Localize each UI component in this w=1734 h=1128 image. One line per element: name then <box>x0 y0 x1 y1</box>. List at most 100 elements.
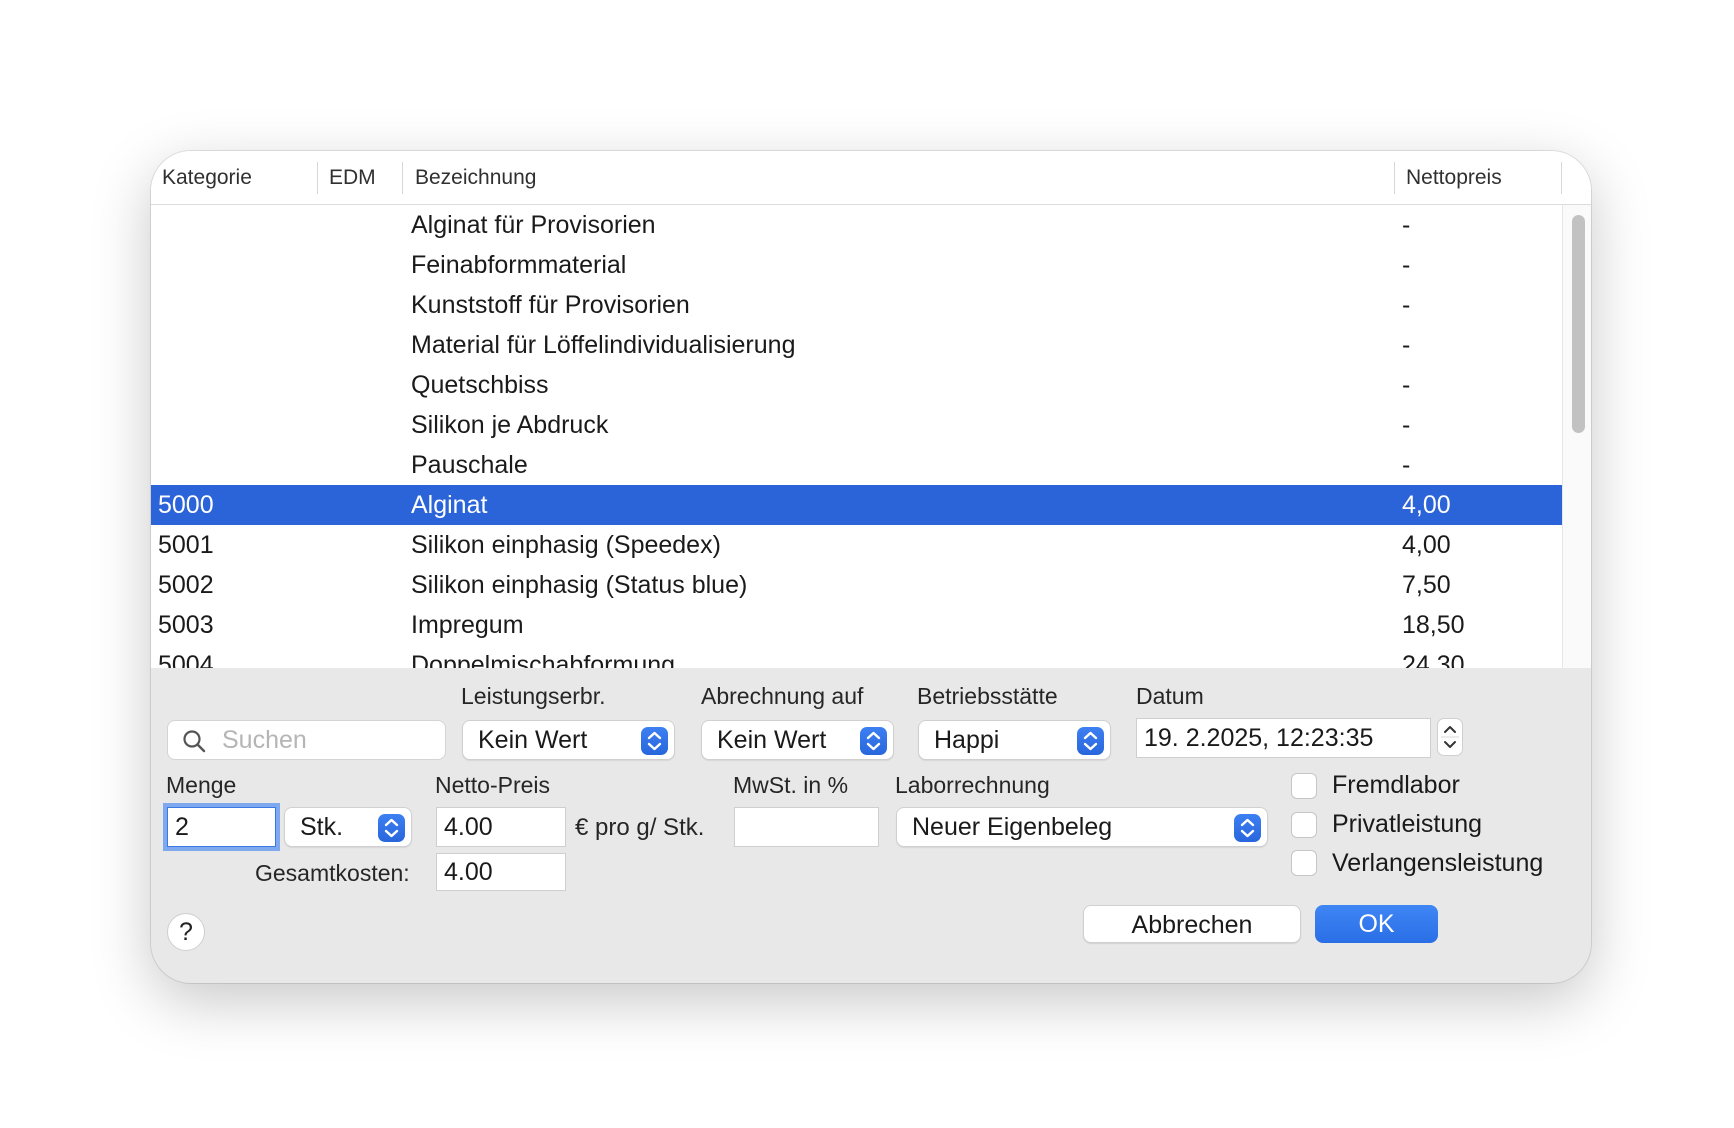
cell-nettopreis: - <box>1402 331 1411 359</box>
table-row[interactable]: Alginat für Provisorien - <box>151 205 1562 245</box>
menge-value: 2 <box>175 813 189 841</box>
privatleistung-checkbox[interactable] <box>1291 812 1317 838</box>
column-header-bezeichnung[interactable]: Bezeichnung <box>415 151 536 204</box>
abrechnung-label: Abrechnung auf <box>701 683 864 709</box>
verlangensleistung-checkbox[interactable] <box>1291 850 1317 876</box>
table-header: Kategorie EDM Bezeichnung Nettopreis <box>151 151 1591 205</box>
material-dialog: Kategorie EDM Bezeichnung Nettopreis Alg… <box>151 151 1591 983</box>
netto-preis-field[interactable]: 4.00 <box>436 807 566 847</box>
cell-nettopreis: - <box>1402 211 1411 239</box>
table-row[interactable]: Pauschale - <box>151 445 1562 485</box>
netto-preis-unit-label: € pro g/ Stk. <box>575 814 705 841</box>
material-table: Kategorie EDM Bezeichnung Nettopreis Alg… <box>151 151 1591 668</box>
table-row[interactable]: 5002 Silikon einphasig (Status blue) 7,5… <box>151 565 1562 605</box>
abrechnung-popup[interactable]: Kein Wert <box>701 720 894 760</box>
cell-kategorie: 5004 <box>158 651 214 668</box>
table-row[interactable]: 5004 Doppelmischabformung 24,30 <box>151 645 1562 668</box>
verlangensleistung-label: Verlangensleistung <box>1332 849 1544 877</box>
cell-nettopreis: - <box>1402 251 1411 279</box>
laborrechnung-value: Neuer Eigenbeleg <box>912 813 1113 841</box>
cell-bezeichnung: Alginat für Provisorien <box>411 211 656 239</box>
cell-kategorie: 5002 <box>158 571 214 599</box>
chevron-updown-icon <box>378 814 405 842</box>
help-button[interactable]: ? <box>167 913 205 951</box>
ok-button[interactable]: OK <box>1315 905 1438 943</box>
gesamtkosten-value: 4.00 <box>444 858 493 886</box>
column-divider[interactable] <box>1394 162 1395 194</box>
leistungserbringer-popup[interactable]: Kein Wert <box>462 720 675 760</box>
menge-label: Menge <box>166 772 237 798</box>
chevron-updown-icon <box>860 727 887 755</box>
privatleistung-label: Privatleistung <box>1332 810 1483 838</box>
cell-bezeichnung: Silikon einphasig (Status blue) <box>411 571 748 599</box>
cell-bezeichnung: Silikon einphasig (Speedex) <box>411 531 721 559</box>
cancel-button[interactable]: Abbrechen <box>1083 905 1301 943</box>
table-body: Alginat für Provisorien - Feinabformmate… <box>151 205 1562 668</box>
table-row[interactable]: Quetschbiss - <box>151 365 1562 405</box>
chevron-updown-icon <box>1077 727 1104 755</box>
laborrechnung-label: Laborrechnung <box>895 772 1050 798</box>
cell-bezeichnung: Material für Löffelindividualisierung <box>411 331 796 359</box>
entry-form: Leistungserbr. Abrechnung auf Betriebsst… <box>151 668 1591 983</box>
table-row[interactable]: Material für Löffelindividualisierung - <box>151 325 1562 365</box>
datum-field[interactable]: 19. 2.2025, 12:23:35 <box>1136 718 1431 758</box>
table-row[interactable]: Feinabformmaterial - <box>151 245 1562 285</box>
column-header-nettopreis[interactable]: Nettopreis <box>1406 151 1502 204</box>
gesamtkosten-field[interactable]: 4.00 <box>436 853 566 891</box>
table-row-selected[interactable]: 5000 Alginat 4,00 <box>151 485 1562 525</box>
cell-nettopreis: 4,00 <box>1402 491 1451 519</box>
table-row[interactable]: 5003 Impregum 18,50 <box>151 605 1562 645</box>
column-header-edm[interactable]: EDM <box>329 151 376 204</box>
betriebsstaette-value: Happi <box>934 726 1000 754</box>
laborrechnung-popup[interactable]: Neuer Eigenbeleg <box>896 807 1268 847</box>
cell-nettopreis: 4,00 <box>1402 531 1451 559</box>
netto-preis-value: 4.00 <box>444 813 493 841</box>
datum-value: 19. 2.2025, 12:23:35 <box>1144 724 1374 752</box>
abrechnung-value: Kein Wert <box>717 726 827 754</box>
cell-nettopreis: 24,30 <box>1402 651 1465 668</box>
search-field[interactable]: Suchen <box>167 720 446 760</box>
column-divider[interactable] <box>317 162 318 194</box>
scrollbar-thumb[interactable] <box>1572 215 1585 433</box>
fremdlabor-label: Fremdlabor <box>1332 771 1460 799</box>
betriebsstaette-label: Betriebsstätte <box>917 683 1058 709</box>
betriebsstaette-popup[interactable]: Happi <box>918 720 1111 760</box>
mwst-label: MwSt. in % <box>733 772 849 798</box>
chevron-updown-icon <box>1234 814 1261 842</box>
cell-bezeichnung: Pauschale <box>411 451 528 479</box>
fremdlabor-checkbox[interactable] <box>1291 773 1317 799</box>
vertical-scrollbar[interactable] <box>1562 205 1591 668</box>
cell-nettopreis: 7,50 <box>1402 571 1451 599</box>
gesamtkosten-label: Gesamtkosten: <box>255 860 410 886</box>
cell-nettopreis: 18,50 <box>1402 611 1465 639</box>
cell-nettopreis: - <box>1402 291 1411 319</box>
unit-value: Stk. <box>300 813 344 841</box>
table-row[interactable]: Kunststoff für Provisorien - <box>151 285 1562 325</box>
cell-bezeichnung: Feinabformmaterial <box>411 251 627 279</box>
datum-label: Datum <box>1136 683 1204 709</box>
menge-field[interactable]: 2 <box>167 807 276 847</box>
search-placeholder: Suchen <box>222 726 307 754</box>
leistungserbringer-value: Kein Wert <box>478 726 588 754</box>
table-row[interactable]: 5001 Silikon einphasig (Speedex) 4,00 <box>151 525 1562 565</box>
leistungserbringer-label: Leistungserbr. <box>461 683 606 709</box>
column-header-kategorie[interactable]: Kategorie <box>162 151 252 204</box>
netto-preis-label: Netto-Preis <box>435 772 551 798</box>
cell-bezeichnung: Alginat <box>411 491 488 519</box>
cell-kategorie: 5001 <box>158 531 214 559</box>
cell-kategorie: 5000 <box>158 491 214 519</box>
cell-kategorie: 5003 <box>158 611 214 639</box>
search-icon <box>182 729 206 753</box>
column-divider[interactable] <box>402 162 403 194</box>
datum-stepper[interactable] <box>1437 718 1463 756</box>
chevron-updown-icon <box>641 727 668 755</box>
column-divider <box>1561 162 1562 194</box>
cell-nettopreis: - <box>1402 451 1411 479</box>
cell-nettopreis: - <box>1402 371 1411 399</box>
unit-popup[interactable]: Stk. <box>284 807 412 847</box>
cell-bezeichnung: Kunststoff für Provisorien <box>411 291 690 319</box>
cell-bezeichnung: Quetschbiss <box>411 371 549 399</box>
mwst-field[interactable] <box>734 807 879 847</box>
cell-bezeichnung: Impregum <box>411 611 524 639</box>
table-row[interactable]: Silikon je Abdruck - <box>151 405 1562 445</box>
